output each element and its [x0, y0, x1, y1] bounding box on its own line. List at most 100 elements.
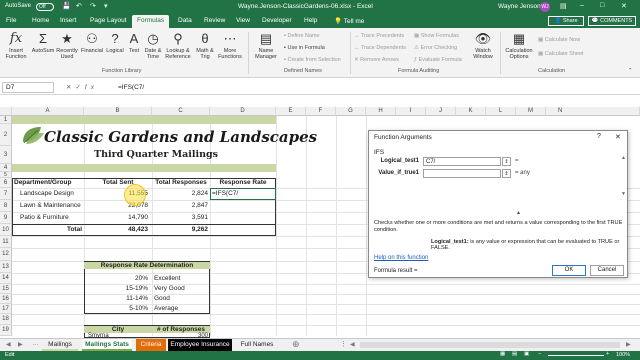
row-header-17[interactable]: 17	[0, 304, 12, 314]
tab-data[interactable]: Data	[178, 17, 192, 24]
normal-view-icon[interactable]: ▦	[500, 351, 505, 357]
customize-toolbar-icon[interactable]: ▾	[104, 2, 108, 10]
lookup-reference-button[interactable]: ⚲ Lookup & Reference	[164, 32, 192, 61]
zoom-in-icon[interactable]: +	[606, 351, 609, 357]
column-header-b[interactable]: B	[84, 107, 152, 116]
redo-icon[interactable]: ↷	[90, 2, 96, 10]
column-header-c[interactable]: C	[152, 107, 210, 116]
add-sheet-icon[interactable]: ⊕	[292, 339, 300, 350]
row-dept[interactable]: Lawn & Maintenance	[20, 202, 81, 209]
tab-splitter-icon[interactable]: ⋮	[340, 340, 347, 348]
row-header-18[interactable]: 18	[0, 314, 12, 325]
horizontal-scrollbar[interactable]	[360, 342, 620, 348]
row-responses[interactable]: 3,591	[152, 214, 208, 221]
row-header-4[interactable]: 4	[0, 164, 12, 172]
collapse-dialog-icon[interactable]: ↥	[502, 169, 511, 178]
column-header-a[interactable]: A	[12, 107, 84, 116]
remove-arrows-button[interactable]: ✕ Remove Arrows	[354, 57, 399, 63]
tab-file[interactable]: File	[6, 17, 16, 24]
row-header-12[interactable]: 12	[0, 248, 12, 261]
insert-function-button[interactable]: fx Insert Function	[3, 32, 29, 61]
column-header-j[interactable]: J	[426, 107, 456, 116]
error-checking-button[interactable]: ⚠ Error Checking	[414, 45, 457, 51]
create-from-selection-button[interactable]: ▪ Create from Selection	[284, 57, 341, 63]
share-button[interactable]: 👤 Share	[548, 16, 584, 26]
avatar[interactable]: WJ	[540, 2, 550, 12]
tab-help[interactable]: Help	[304, 17, 317, 24]
column-header-m[interactable]: M	[516, 107, 546, 116]
trace-dependents-button[interactable]: ← Trace Dependents	[354, 45, 406, 51]
name-manager-button[interactable]: ▤ Name Manager	[252, 32, 280, 61]
row-header-3[interactable]: 3	[0, 146, 12, 164]
recently-used-button[interactable]: ★ Recently Used	[56, 32, 78, 61]
tab-review[interactable]: Review	[204, 17, 225, 24]
arg2-input[interactable]	[423, 169, 501, 178]
row-header-19[interactable]: 19	[0, 325, 12, 336]
page-layout-view-icon[interactable]: ▤	[512, 351, 517, 357]
math-trig-button[interactable]: θ Math & Trig	[193, 32, 217, 61]
zoom-out-icon[interactable]: −	[538, 351, 541, 357]
row-header-9[interactable]: 9	[0, 212, 12, 224]
text-button[interactable]: A Text	[126, 32, 142, 55]
show-formulas-button[interactable]: ▦ Show Formulas	[414, 33, 459, 39]
row-header-8[interactable]: 8	[0, 200, 12, 212]
date-time-button[interactable]: ◷ Date & Time	[142, 32, 164, 61]
scroll-down-icon[interactable]: ▼	[621, 191, 626, 197]
rrd-label[interactable]: Average	[154, 305, 178, 312]
tab-view[interactable]: View	[236, 17, 250, 24]
row-header-6[interactable]: 6	[0, 178, 12, 188]
scroll-right-icon[interactable]: ▶	[626, 341, 631, 348]
calculation-options-button[interactable]: ▦ Calculation Options	[504, 32, 534, 61]
minimize-icon[interactable]: –	[580, 2, 584, 9]
trace-precedents-button[interactable]: → Trace Precedents	[354, 33, 404, 39]
column-header-g[interactable]: G	[336, 107, 366, 116]
rrd-label[interactable]: Good	[154, 295, 170, 302]
sheet-tab-mailings-stats[interactable]: Mailings Stats	[82, 339, 132, 351]
column-header-n[interactable]: N	[546, 107, 640, 116]
row-dept[interactable]: Patio & Furniture	[20, 214, 69, 221]
row-sent[interactable]: 14,790	[84, 214, 148, 221]
column-header-e[interactable]: E	[276, 107, 306, 116]
financial-button[interactable]: ⚇ Financial	[80, 32, 104, 55]
row-header-2[interactable]: 2	[0, 124, 12, 146]
scroll-up-icon[interactable]: ▲	[621, 155, 626, 161]
use-in-formula-button[interactable]: ▪ Use in Formula	[284, 45, 325, 51]
row-header-13[interactable]: 13	[0, 261, 12, 273]
zoom-level[interactable]: 100%	[616, 352, 630, 358]
rrd-label[interactable]: Very Good	[154, 285, 185, 292]
ok-button[interactable]: OK	[552, 265, 586, 276]
total-responses[interactable]: 9,262	[152, 226, 208, 233]
select-all-corner[interactable]	[0, 107, 12, 116]
row-header-1[interactable]: 1	[0, 116, 12, 124]
evaluate-formula-button[interactable]: ƒ Evaluate Formula	[414, 57, 462, 63]
autosave-toggle[interactable]: Off	[36, 3, 54, 11]
enter-icon[interactable]: ✓	[75, 84, 84, 91]
column-header-f[interactable]: F	[306, 107, 336, 116]
row-header-14[interactable]: 14	[0, 273, 12, 284]
column-header-k[interactable]: K	[456, 107, 486, 116]
ribbon-display-icon[interactable]: ▤	[560, 2, 567, 10]
row-responses[interactable]: 2,824	[152, 190, 208, 197]
arg1-input[interactable]: C7/	[423, 157, 501, 166]
help-link[interactable]: Help on this function	[374, 255, 428, 261]
name-box[interactable]: D7	[2, 82, 54, 93]
maximize-icon[interactable]: □	[600, 2, 604, 9]
column-header-d[interactable]: D	[210, 107, 276, 116]
calculate-now-button[interactable]: ▦ Calculate Now	[538, 37, 580, 43]
scroll-left-icon[interactable]: ◀	[350, 341, 355, 348]
calculate-sheet-button[interactable]: ▦ Calculate Sheet	[538, 51, 584, 57]
sheet-tab-mailings[interactable]: Mailings	[42, 339, 78, 351]
sheet-tab-full-names[interactable]: Full Names	[236, 339, 278, 351]
rrd-range[interactable]: 20%	[84, 275, 148, 282]
row-rate-edit[interactable]: =IFS(C7/	[212, 190, 238, 197]
row-dept[interactable]: Landscape Design	[20, 190, 74, 197]
rrd-label[interactable]: Excellent	[154, 275, 180, 282]
column-header-h[interactable]: H	[366, 107, 396, 116]
column-header-l[interactable]: L	[486, 107, 516, 116]
tab-home[interactable]: Home	[32, 17, 49, 24]
next-sheet-icon[interactable]: ▶	[18, 341, 23, 348]
dialog-help-icon[interactable]: ?	[597, 133, 601, 140]
row-header-7[interactable]: 7	[0, 188, 12, 200]
row-header-15[interactable]: 15	[0, 284, 12, 294]
zoom-slider[interactable]	[548, 355, 604, 356]
